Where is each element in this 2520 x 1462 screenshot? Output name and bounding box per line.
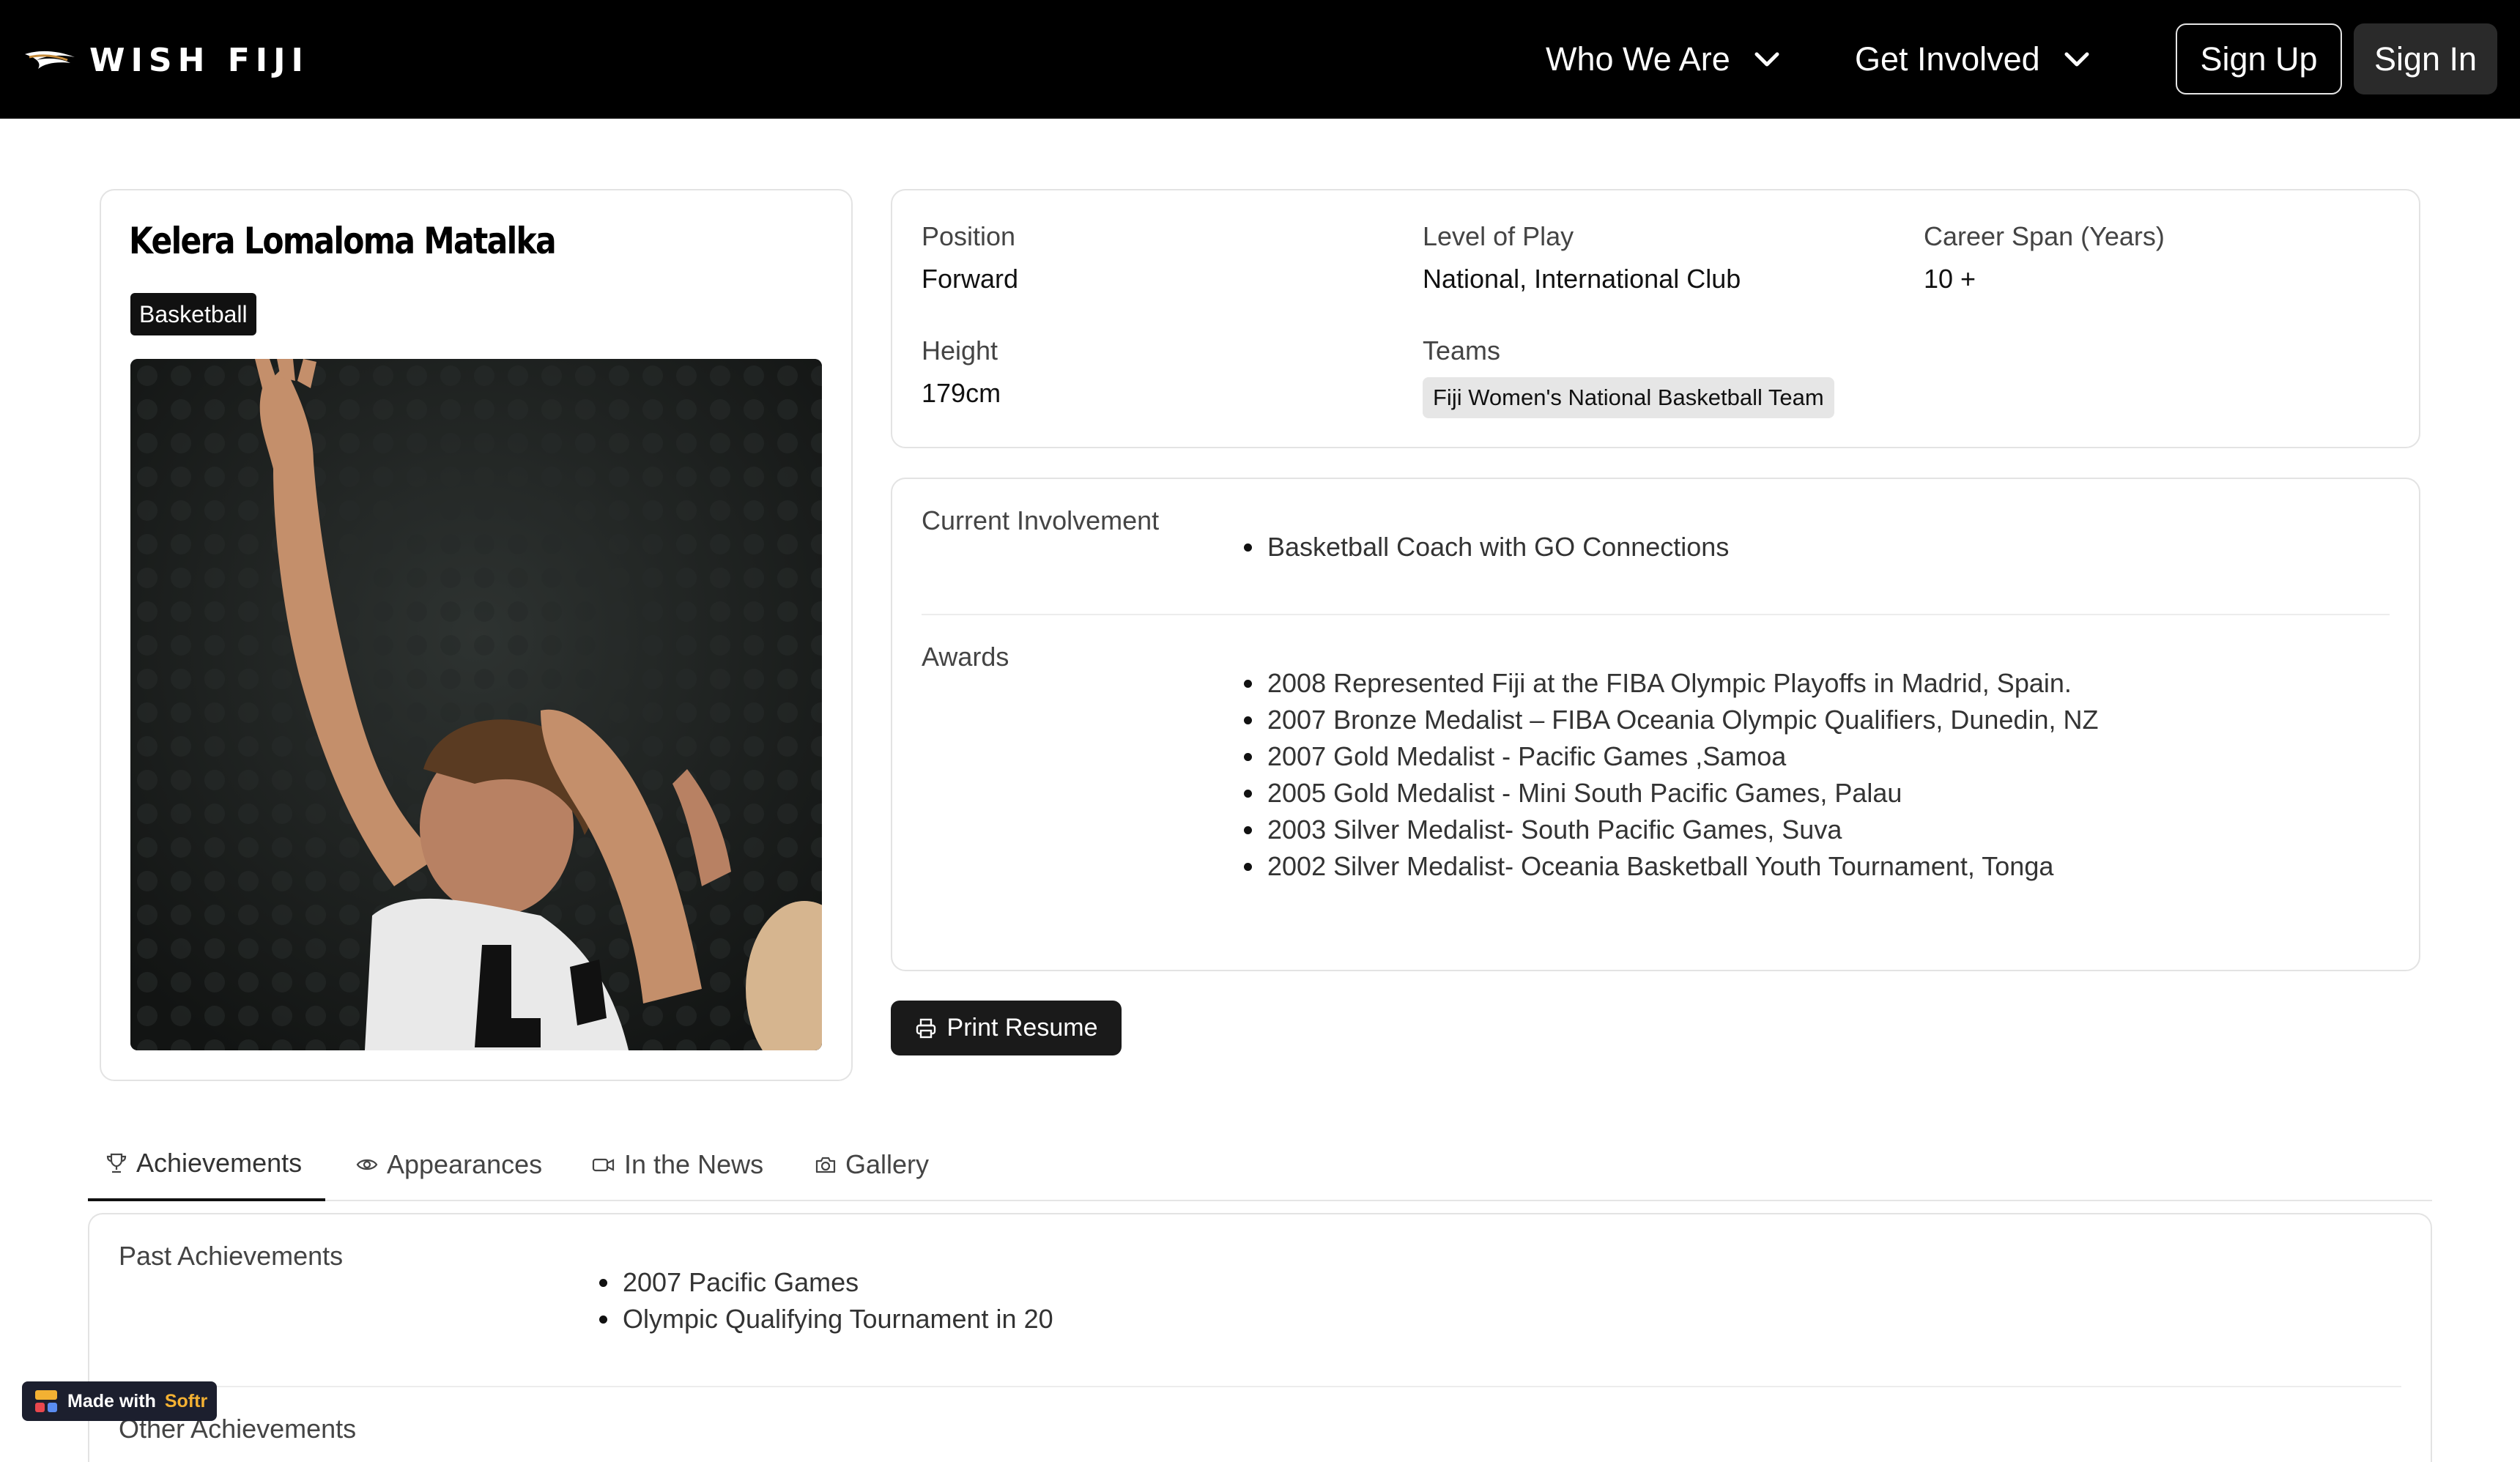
wings-logo-icon	[25, 51, 75, 69]
involvement-list: Basketball Coach with GO Connections	[1244, 529, 1729, 565]
nav-who-we-are[interactable]: Who We Are	[1546, 0, 1782, 119]
printer-icon	[916, 1018, 935, 1038]
nav-get-involved-label: Get Involved	[1855, 40, 2040, 78]
awards-list: 2008 Represented Fiji at the FIBA Olympi…	[1244, 665, 2099, 885]
athlete-name: Kelera Lomaloma Matalka	[129, 220, 557, 262]
list-item: 2005 Gold Medalist - Mini South Pacific …	[1244, 775, 2099, 812]
teams-label: Teams	[1423, 335, 1501, 366]
current-involvement-label: Current Involvement	[922, 505, 1160, 535]
top-navbar: WISH FIJI Who We Are Get Involved Sign U…	[0, 0, 2520, 119]
list-item: 2003 Silver Medalist- South Pacific Game…	[1244, 812, 2099, 848]
tab-in-the-news-label: In the News	[624, 1149, 764, 1179]
level-label: Level of Play	[1423, 221, 1574, 251]
softr-badge-brand: Softr	[164, 1390, 208, 1411]
print-resume-label: Print Resume	[946, 1014, 1098, 1042]
section-divider	[922, 614, 2390, 615]
softr-badge-prefix: Made with	[67, 1390, 156, 1411]
nav-who-we-are-label: Who We Are	[1546, 40, 1730, 78]
height-value: 179cm	[922, 378, 1001, 408]
past-achievements-list: 2007 Pacific Games Olympic Qualifying To…	[599, 1264, 1053, 1337]
camera-icon	[815, 1157, 836, 1173]
section-divider	[119, 1386, 2401, 1387]
position-label: Position	[922, 221, 1016, 251]
tab-in-the-news[interactable]: In the News	[592, 1128, 763, 1201]
past-achievements-label: Past Achievements	[119, 1241, 344, 1271]
profile-tabs: Achievements Appearances In the News Gal…	[88, 1128, 2432, 1201]
eye-icon	[356, 1159, 378, 1170]
achievements-panel	[88, 1213, 2432, 1462]
awards-label: Awards	[922, 642, 1009, 672]
sign-up-button[interactable]: Sign Up	[2176, 23, 2342, 94]
position-value: Forward	[922, 264, 1019, 294]
level-value: National, International Club	[1423, 264, 1741, 294]
list-item: Olympic Qualifying Tournament in 20	[599, 1301, 1053, 1337]
list-item: 2002 Silver Medalist- Oceania Basketball…	[1244, 848, 2099, 885]
list-item: 2007 Gold Medalist - Pacific Games ,Samo…	[1244, 738, 2099, 775]
site-logo[interactable]: WISH FIJI	[23, 38, 309, 82]
video-icon	[592, 1158, 615, 1172]
sign-in-button[interactable]: Sign In	[2354, 23, 2497, 94]
list-item: Basketball Coach with GO Connections	[1244, 529, 1729, 565]
trophy-icon	[106, 1153, 127, 1173]
tab-appearances-label: Appearances	[387, 1149, 543, 1179]
softr-logo-icon	[35, 1390, 57, 1412]
list-item: 2007 Pacific Games	[599, 1264, 1053, 1301]
sport-badge: Basketball	[130, 293, 256, 335]
tab-achievements[interactable]: Achievements	[88, 1128, 325, 1201]
chevron-down-icon	[2064, 52, 2089, 67]
tab-gallery-label: Gallery	[845, 1149, 930, 1179]
career-span-value: 10 +	[1924, 264, 1976, 294]
print-resume-button[interactable]: Print Resume	[891, 1001, 1122, 1055]
career-span-label: Career Span (Years)	[1924, 221, 2165, 251]
team-chip[interactable]: Fiji Women's National Basketball Team	[1423, 377, 1834, 418]
tab-achievements-label: Achievements	[136, 1148, 303, 1178]
height-label: Height	[922, 335, 998, 366]
tab-appearances[interactable]: Appearances	[356, 1128, 542, 1201]
nav-get-involved[interactable]: Get Involved	[1855, 0, 2091, 119]
brand-name: WISH FIJI	[89, 41, 309, 79]
athlete-photo	[130, 359, 822, 1050]
made-with-softr-badge[interactable]: Made with Softr	[22, 1381, 217, 1421]
list-item: 2007 Bronze Medalist – FIBA Oceania Olym…	[1244, 702, 2099, 738]
athlete-photo-image	[130, 359, 822, 1050]
tab-gallery[interactable]: Gallery	[815, 1128, 929, 1201]
chevron-down-icon	[1754, 52, 1779, 67]
list-item: 2008 Represented Fiji at the FIBA Olympi…	[1244, 665, 2099, 702]
